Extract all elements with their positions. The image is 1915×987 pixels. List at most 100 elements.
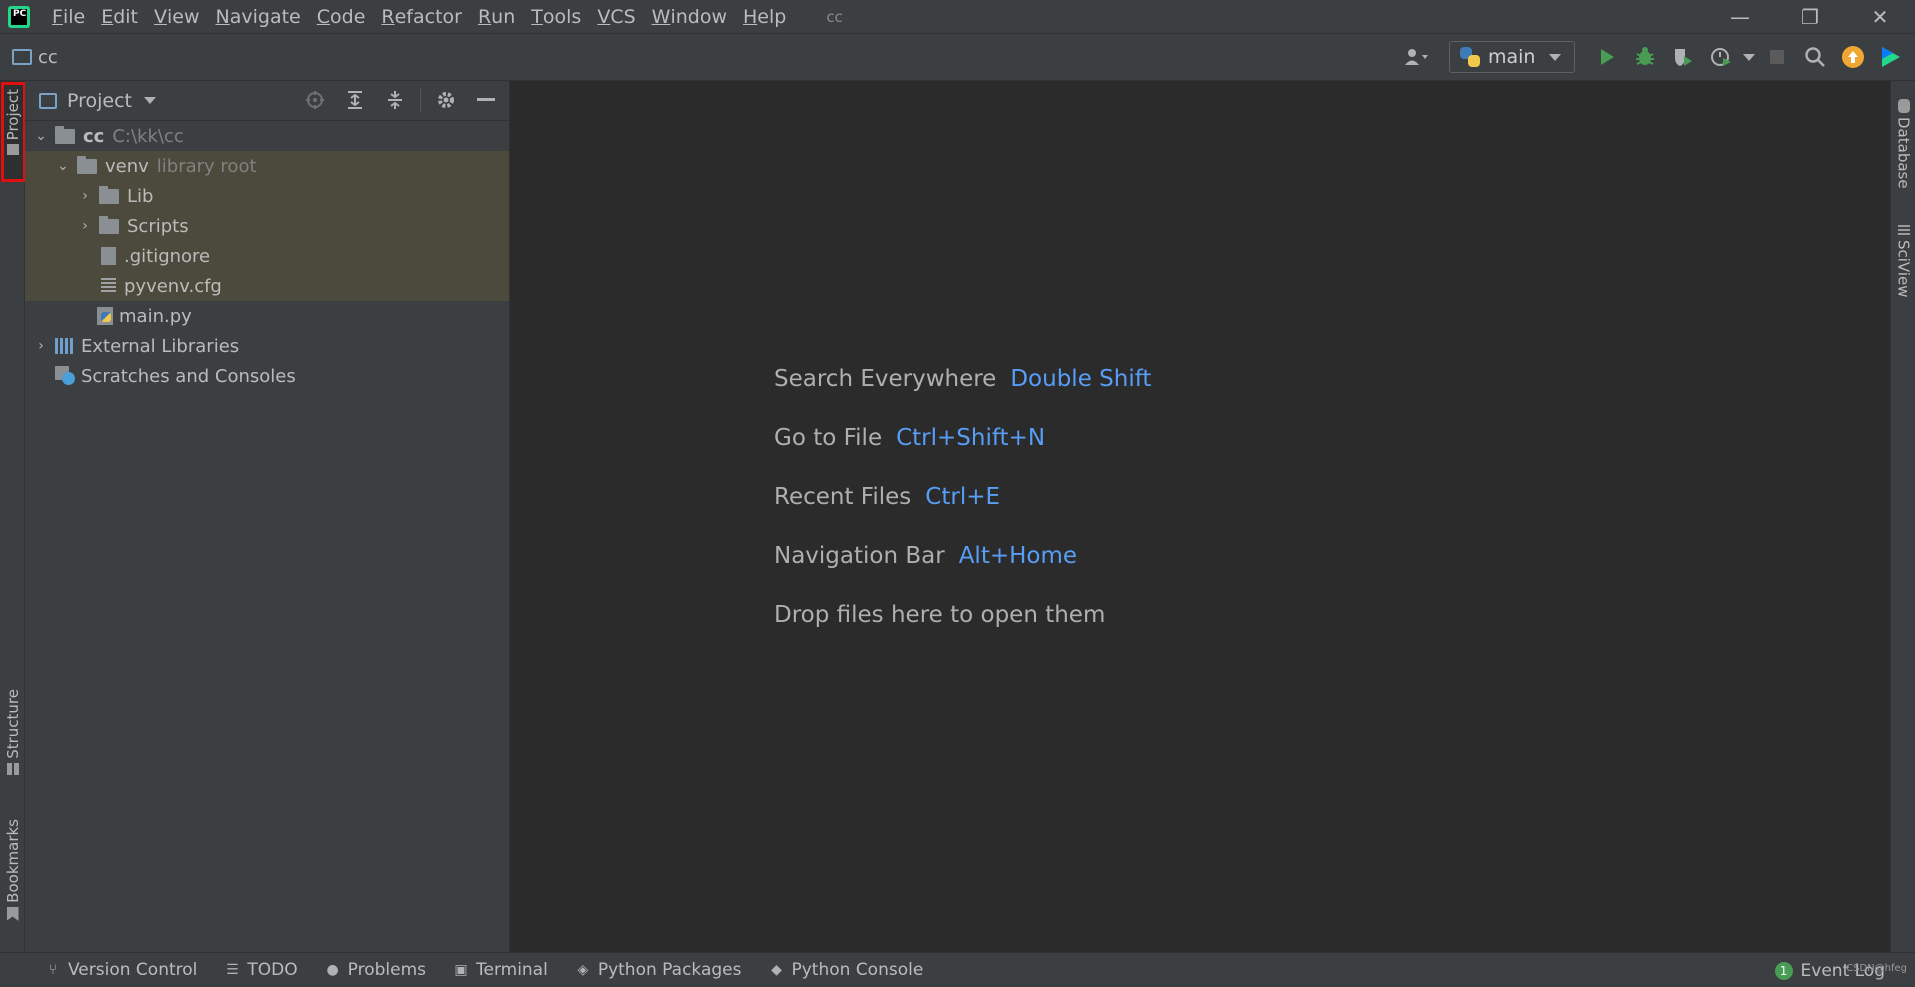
tab-database[interactable]: Database <box>1891 95 1915 195</box>
branch-icon: ⑂ <box>48 962 58 978</box>
menu-tools[interactable]: Tools <box>523 0 589 33</box>
menu-code[interactable]: Code <box>309 0 374 33</box>
python-file-icon <box>97 307 113 325</box>
tree-item-label: Scripts <box>127 215 189 237</box>
tree-item-scratches[interactable]: Scratches and Consoles <box>25 361 509 391</box>
tab-python-packages-label: Python Packages <box>597 960 742 980</box>
menu-window[interactable]: Window <box>644 0 735 33</box>
restore-button[interactable]: ❐ <box>1775 0 1845 33</box>
ignore-file-icon <box>101 247 116 265</box>
chevron-right-icon[interactable]: › <box>77 218 93 234</box>
menu-run[interactable]: Run <box>470 0 523 33</box>
menu-view[interactable]: View <box>146 0 208 33</box>
more-run-options-chevron-icon[interactable] <box>1743 53 1755 61</box>
tab-todo[interactable]: ☰ TODO <box>225 960 298 980</box>
expand-all-icon[interactable] <box>340 85 370 115</box>
tree-item-external-libraries[interactable]: › External Libraries <box>25 331 509 361</box>
hint-go-to-file: Go to File Ctrl+Shift+N <box>774 408 1151 467</box>
toolbar-separator <box>420 88 421 112</box>
menu-file[interactable]: File <box>44 0 93 33</box>
chevron-right-icon[interactable]: › <box>33 338 49 354</box>
tree-item-scripts[interactable]: › Scripts <box>25 211 509 241</box>
tree-item-lib[interactable]: › Lib <box>25 181 509 211</box>
window-controls: — ❐ ✕ <box>1705 0 1915 33</box>
chevron-down-icon <box>1549 53 1562 61</box>
menu-edit[interactable]: Edit <box>93 0 146 33</box>
project-view-icon <box>39 92 57 109</box>
tab-bookmarks[interactable]: Bookmarks <box>0 819 25 929</box>
close-button[interactable]: ✕ <box>1845 0 1915 33</box>
tab-python-console-label: Python Console <box>791 960 924 980</box>
collapse-all-icon[interactable] <box>380 85 410 115</box>
stop-icon[interactable] <box>1761 41 1793 73</box>
tree-item-path: C:\kk\cc <box>112 125 184 147</box>
folder-icon <box>77 155 97 174</box>
tab-python-console[interactable]: ◆ Python Console <box>769 960 923 980</box>
hint-shortcut: Ctrl+Shift+N <box>896 424 1046 451</box>
window-title: cc <box>826 7 843 26</box>
list-icon: ☰ <box>226 962 239 978</box>
terminal-icon: ▣ <box>454 962 468 978</box>
tree-item-pyvenv-cfg[interactable]: pyvenv.cfg <box>25 271 509 301</box>
project-panel-title[interactable]: Project <box>67 90 132 112</box>
run-icon[interactable] <box>1591 41 1623 73</box>
tab-sciview-label: SciView <box>1894 240 1913 298</box>
tab-version-control-label: Version Control <box>68 960 198 980</box>
user-icon[interactable] <box>1401 41 1433 73</box>
tree-item-main-py[interactable]: main.py <box>25 301 509 331</box>
tab-python-packages[interactable]: ◈ Python Packages <box>576 960 742 980</box>
hint-label: Go to File <box>774 424 883 451</box>
update-icon[interactable] <box>1837 41 1869 73</box>
select-opened-file-icon[interactable] <box>300 85 330 115</box>
project-tree: ⌄ cc C:\kk\cc ⌄ venv library root › Lib … <box>25 121 509 391</box>
tab-problems[interactable]: ● Problems <box>326 960 426 980</box>
coverage-icon[interactable] <box>1667 41 1699 73</box>
tree-item-hint: library root <box>156 155 257 177</box>
tab-version-control[interactable]: ⑂ Version Control <box>46 960 198 980</box>
profile-icon[interactable] <box>1705 41 1737 73</box>
database-icon <box>1897 99 1910 113</box>
menu-vcs[interactable]: V CS <box>589 0 643 33</box>
hint-label: Search Everywhere <box>774 365 997 392</box>
gear-icon[interactable] <box>431 85 461 115</box>
hint-shortcut: Ctrl+E <box>925 483 1001 510</box>
run-configuration-select[interactable]: main <box>1449 41 1575 73</box>
hint-shortcut: Alt+Home <box>958 542 1078 569</box>
navigation-bar: cc main <box>0 33 1915 81</box>
hide-panel-icon[interactable] <box>471 85 501 115</box>
view-mode-chevron-icon[interactable] <box>144 97 157 104</box>
chevron-down-icon[interactable]: ⌄ <box>55 158 71 174</box>
debug-icon[interactable] <box>1629 41 1661 73</box>
tab-problems-label: Problems <box>347 960 426 980</box>
sciview-icon <box>1897 225 1910 236</box>
menu-refactor[interactable]: Refactor <box>373 0 470 33</box>
chevron-down-icon[interactable]: ⌄ <box>33 128 49 144</box>
folder-icon <box>99 185 119 204</box>
search-icon[interactable] <box>1799 41 1831 73</box>
chevron-right-icon[interactable]: › <box>77 188 93 204</box>
tree-item-gitignore[interactable]: .gitignore <box>25 241 509 271</box>
menu-help[interactable]: Help <box>735 0 794 33</box>
tree-item-label: venv <box>105 155 149 177</box>
editor-area[interactable]: Search Everywhere Double Shift Go to Fil… <box>510 81 1890 952</box>
menu-bar: PC File Edit View Navigate Code Refactor… <box>0 0 1915 33</box>
tab-bookmarks-label: Bookmarks <box>3 819 22 903</box>
tree-item-label: External Libraries <box>81 335 240 357</box>
tree-item-label: .gitignore <box>124 245 211 267</box>
hint-label: Drop files here to open them <box>774 601 1106 628</box>
event-count-badge: 1 <box>1774 961 1793 980</box>
tab-terminal[interactable]: ▣ Terminal <box>454 960 548 980</box>
minimize-button[interactable]: — <box>1705 0 1775 33</box>
tab-todo-label: TODO <box>247 960 298 980</box>
tab-terminal-label: Terminal <box>475 960 548 980</box>
tab-structure[interactable]: Structure <box>0 689 25 789</box>
jetbrains-toolbox-icon[interactable] <box>1875 41 1907 73</box>
tab-sciview[interactable]: SciView <box>1891 221 1915 321</box>
breadcrumb[interactable]: cc <box>38 47 58 68</box>
pycharm-logo-icon: PC <box>8 5 30 28</box>
toolbar: main <box>1401 34 1907 80</box>
warning-circle-icon: ● <box>326 962 339 978</box>
tree-item-venv[interactable]: ⌄ venv library root <box>25 151 509 181</box>
menu-navigate[interactable]: Navigate <box>208 0 309 33</box>
tree-item-cc[interactable]: ⌄ cc C:\kk\cc <box>25 121 509 151</box>
